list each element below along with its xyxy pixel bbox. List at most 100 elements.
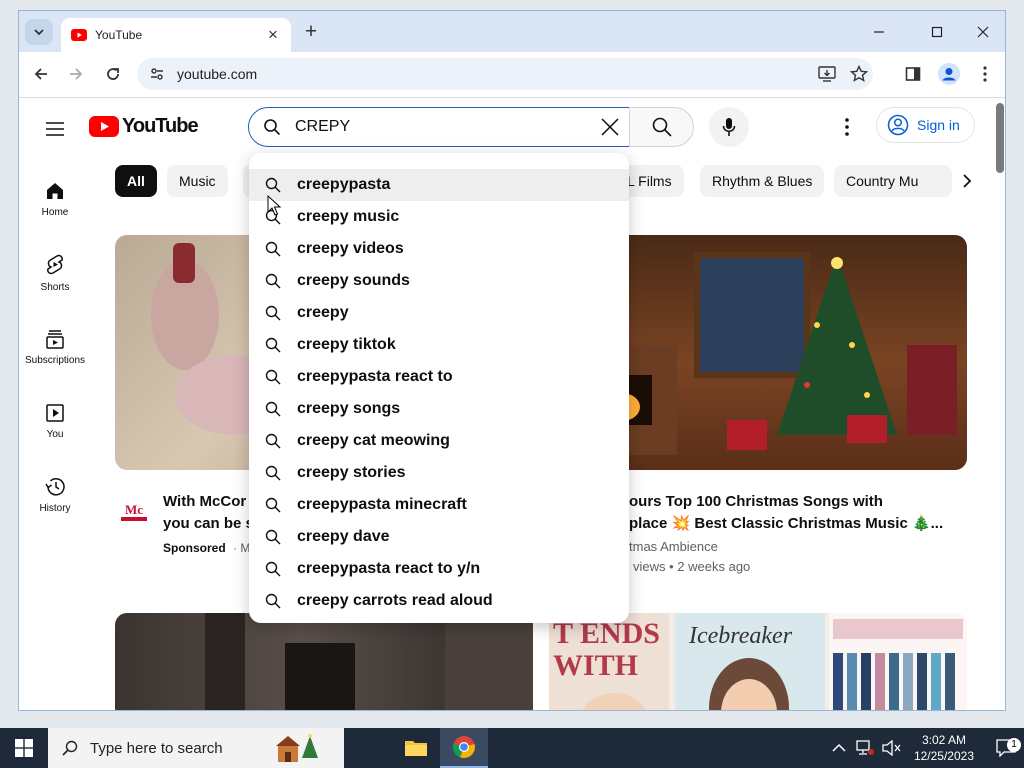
search-icon bbox=[265, 433, 281, 449]
suggestion-text: creepypasta bbox=[297, 176, 391, 193]
chip-music[interactable]: Music bbox=[167, 165, 228, 197]
system-clock[interactable]: 3:02 AM 12/25/2023 bbox=[914, 732, 974, 764]
volume-muted-icon[interactable] bbox=[882, 740, 902, 756]
taskbar-search-box[interactable]: Type here to search bbox=[48, 728, 344, 768]
bookmark-button[interactable] bbox=[845, 58, 873, 90]
suggestion-item[interactable]: creepy stories bbox=[249, 457, 629, 489]
account-circle-icon bbox=[887, 114, 909, 136]
settings-menu-button[interactable] bbox=[835, 115, 859, 139]
task-view-button[interactable] bbox=[344, 728, 392, 768]
guide-menu-button[interactable] bbox=[43, 117, 67, 141]
search-icon bbox=[265, 465, 281, 481]
site-info-icon[interactable] bbox=[149, 66, 165, 82]
thumbnail-image: T ENDS WITH Icebreaker bbox=[549, 613, 967, 710]
tab-youtube[interactable]: YouTube × bbox=[61, 18, 291, 52]
chrome-icon bbox=[452, 736, 475, 759]
suggestion-text: creepypasta react to y/n bbox=[297, 560, 481, 577]
notification-badge: 1 bbox=[1007, 738, 1021, 752]
scrollbar-thumb[interactable] bbox=[996, 103, 1004, 173]
suggestion-item[interactable]: creepy bbox=[249, 297, 629, 329]
suggestion-item[interactable]: creepy videos bbox=[249, 233, 629, 265]
address-bar[interactable]: youtube.com bbox=[137, 58, 873, 90]
new-tab-button[interactable]: + bbox=[301, 20, 321, 44]
tab-search-button[interactable] bbox=[25, 19, 53, 45]
suggestion-item[interactable]: creepy carrots read aloud bbox=[249, 585, 629, 617]
chips-next-button[interactable] bbox=[955, 169, 979, 193]
close-window-button[interactable] bbox=[963, 19, 1003, 45]
maximize-button[interactable] bbox=[917, 19, 957, 45]
video-title-line-2[interactable]: you can be s bbox=[163, 513, 254, 535]
install-app-button[interactable] bbox=[813, 58, 841, 90]
search-icon bbox=[652, 117, 672, 137]
video-thumbnail-books[interactable]: T ENDS WITH Icebreaker bbox=[549, 613, 967, 710]
tab-close-button[interactable]: × bbox=[265, 25, 281, 45]
christmas-house-icon[interactable] bbox=[272, 732, 324, 764]
chip-rhythm-blues[interactable]: Rhythm & Blues bbox=[700, 165, 825, 197]
search-input[interactable]: CREPY bbox=[248, 107, 630, 147]
search-button[interactable] bbox=[629, 107, 694, 147]
arrow-right-icon bbox=[70, 68, 83, 80]
suggestion-item[interactable]: creepypasta bbox=[249, 169, 629, 201]
page-scrollbar[interactable] bbox=[993, 99, 1005, 710]
file-explorer-button[interactable] bbox=[392, 728, 440, 768]
voice-search-button[interactable] bbox=[709, 107, 749, 147]
search-icon bbox=[265, 529, 281, 545]
youtube-logo[interactable]: YouTube bbox=[89, 115, 199, 138]
profile-button[interactable] bbox=[937, 62, 961, 86]
taskbar-search-placeholder: Type here to search bbox=[90, 739, 223, 757]
clear-search-button[interactable] bbox=[595, 112, 625, 142]
start-button[interactable] bbox=[0, 728, 48, 768]
video-title-line-1[interactable]: ours Top 100 Christmas Songs with bbox=[629, 491, 883, 513]
reload-button[interactable] bbox=[101, 62, 125, 86]
suggestion-item[interactable]: creepy songs bbox=[249, 393, 629, 425]
back-button[interactable] bbox=[29, 62, 53, 86]
youtube-favicon-icon bbox=[71, 29, 87, 41]
sidebar-item-home[interactable]: Home bbox=[19, 169, 91, 229]
browser-menu-button[interactable] bbox=[973, 62, 997, 86]
chip-country-music[interactable]: Country Mu bbox=[834, 165, 952, 197]
mccormick-channel-avatar[interactable]: Mc bbox=[119, 497, 149, 523]
video-title-line-2[interactable]: place 💥 Best Classic Christmas Music 🎄..… bbox=[629, 513, 943, 535]
video-stats: views • 2 weeks ago bbox=[633, 559, 751, 574]
suggestion-item[interactable]: creepy tiktok bbox=[249, 329, 629, 361]
tab-strip: YouTube × + bbox=[19, 11, 1005, 52]
chip-all[interactable]: All bbox=[115, 165, 157, 197]
search-icon bbox=[265, 177, 281, 193]
system-tray: 3:02 AM 12/25/2023 1 bbox=[832, 728, 1024, 768]
sign-in-button[interactable]: Sign in bbox=[876, 107, 975, 143]
video-thumbnail-dark[interactable] bbox=[115, 613, 533, 710]
suggestion-item[interactable]: creepy music bbox=[249, 201, 629, 233]
sidebar-item-shorts[interactable]: Shorts bbox=[19, 243, 91, 303]
suggestion-item[interactable]: creepypasta react to bbox=[249, 361, 629, 393]
subscriptions-icon bbox=[46, 329, 64, 349]
side-panel-button[interactable] bbox=[901, 62, 925, 86]
clock-time: 3:02 AM bbox=[921, 733, 966, 747]
browser-window: YouTube × + youtube.com YouTube CREPY Si… bbox=[18, 10, 1006, 711]
reload-icon bbox=[107, 68, 119, 80]
svg-text:Icebreaker: Icebreaker bbox=[688, 623, 793, 649]
sidebar-item-history[interactable]: History bbox=[19, 465, 91, 525]
suggestion-item[interactable]: creepypasta react to y/n bbox=[249, 553, 629, 585]
forward-button[interactable] bbox=[64, 62, 88, 86]
chevron-up-icon[interactable] bbox=[832, 743, 846, 753]
channel-name: · M bbox=[233, 541, 251, 555]
search-icon bbox=[265, 401, 281, 417]
thumbnail-image bbox=[205, 613, 533, 710]
sidebar-item-you[interactable]: You bbox=[19, 391, 91, 451]
browser-toolbar: youtube.com bbox=[19, 52, 1005, 98]
suggestion-text: creepypasta minecraft bbox=[297, 496, 467, 513]
chrome-taskbar-button[interactable] bbox=[440, 728, 488, 768]
minimize-button[interactable] bbox=[859, 19, 899, 45]
channel-name[interactable]: tmas Ambience bbox=[629, 539, 718, 554]
suggestion-item[interactable]: creepypasta minecraft bbox=[249, 489, 629, 521]
notification-center-button[interactable]: 1 bbox=[988, 728, 1024, 768]
you-icon bbox=[46, 403, 64, 422]
home-icon bbox=[47, 182, 63, 199]
network-icon[interactable] bbox=[856, 740, 874, 756]
suggestion-item[interactable]: creepy dave bbox=[249, 521, 629, 553]
sidebar-label-subscriptions: Subscriptions bbox=[24, 354, 86, 366]
suggestion-item[interactable]: creepy cat meowing bbox=[249, 425, 629, 457]
video-title-line-1[interactable]: With McCor bbox=[163, 491, 246, 513]
sidebar-item-subscriptions[interactable]: Subscriptions bbox=[19, 317, 91, 377]
suggestion-item[interactable]: creepy sounds bbox=[249, 265, 629, 297]
